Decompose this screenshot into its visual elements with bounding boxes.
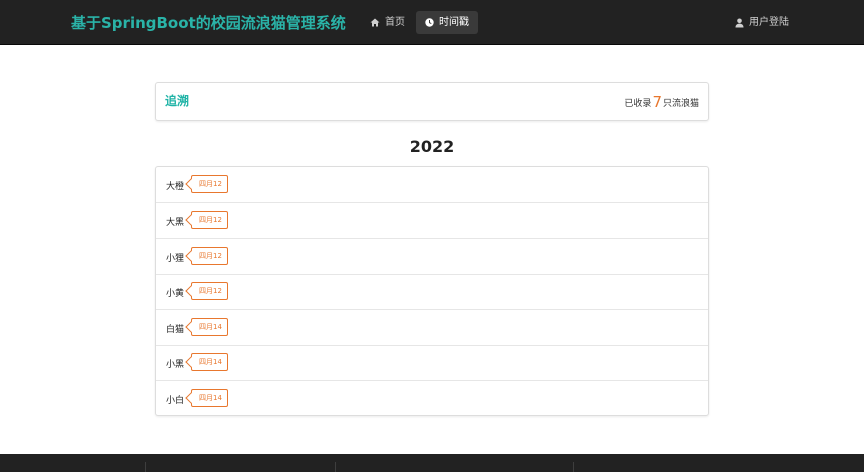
nav-home-label: 首页 (385, 17, 405, 28)
date-tag: 四月12 (191, 282, 228, 300)
cat-name-link[interactable]: 大黑 (166, 215, 184, 228)
cat-name-link[interactable]: 小黄 (166, 286, 184, 299)
cat-name-link[interactable]: 小黑 (166, 357, 184, 370)
footer-divider (335, 462, 336, 472)
timeline-header-panel: 追溯 已收录7只流浪猫 (155, 82, 709, 121)
year-heading: 2022 (409, 137, 455, 156)
cat-name-link[interactable]: 小狸 (166, 251, 184, 264)
count-prefix: 已收录 (624, 99, 652, 109)
cat-timeline-list: 大橙 四月12 大黑 四月12 小狸 四月12 小黄 四月12 白猫 四月14 … (155, 166, 709, 416)
footer-divider (145, 462, 146, 472)
date-tag: 四月14 (191, 318, 228, 336)
top-navbar: 基于SpringBoot的校园流浪猫管理系统 首页 时间戳 用户登陆 (0, 0, 864, 45)
cat-count-number: 7 (652, 93, 662, 111)
date-tag: 四月12 (191, 175, 228, 193)
nav-timeline-label: 时间戳 (439, 17, 469, 28)
list-item[interactable]: 大橙 四月12 (156, 167, 708, 203)
user-icon (735, 18, 744, 27)
list-item[interactable]: 大黑 四月12 (156, 203, 708, 239)
home-icon (370, 18, 380, 27)
list-item[interactable]: 白猫 四月14 (156, 310, 708, 346)
list-item[interactable]: 小白 四月14 (156, 381, 708, 417)
site-brand[interactable]: 基于SpringBoot的校园流浪猫管理系统 (71, 12, 346, 33)
nav-timeline-link[interactable]: 时间戳 (416, 11, 478, 34)
nav-login-label: 用户登陆 (749, 17, 789, 28)
nav-login-link[interactable]: 用户登陆 (731, 11, 793, 34)
date-tag: 四月12 (191, 247, 228, 265)
clock-icon (425, 18, 434, 27)
cat-count-summary: 已收录7只流浪猫 (624, 92, 699, 111)
cat-name-link[interactable]: 白猫 (166, 322, 184, 335)
list-item[interactable]: 小黄 四月12 (156, 274, 708, 310)
cat-name-link[interactable]: 大橙 (166, 179, 184, 192)
count-suffix: 只流浪猫 (662, 99, 699, 109)
date-tag: 四月14 (191, 389, 228, 407)
date-tag: 四月12 (191, 211, 228, 229)
list-item[interactable]: 小狸 四月12 (156, 239, 708, 275)
cat-name-link[interactable]: 小白 (166, 393, 184, 406)
list-item[interactable]: 小黑 四月14 (156, 345, 708, 381)
footer-divider (573, 462, 574, 472)
date-tag: 四月14 (191, 353, 228, 371)
page-footer (0, 454, 864, 472)
panel-title: 追溯 (165, 94, 190, 108)
nav-home-link[interactable]: 首页 (366, 11, 409, 34)
